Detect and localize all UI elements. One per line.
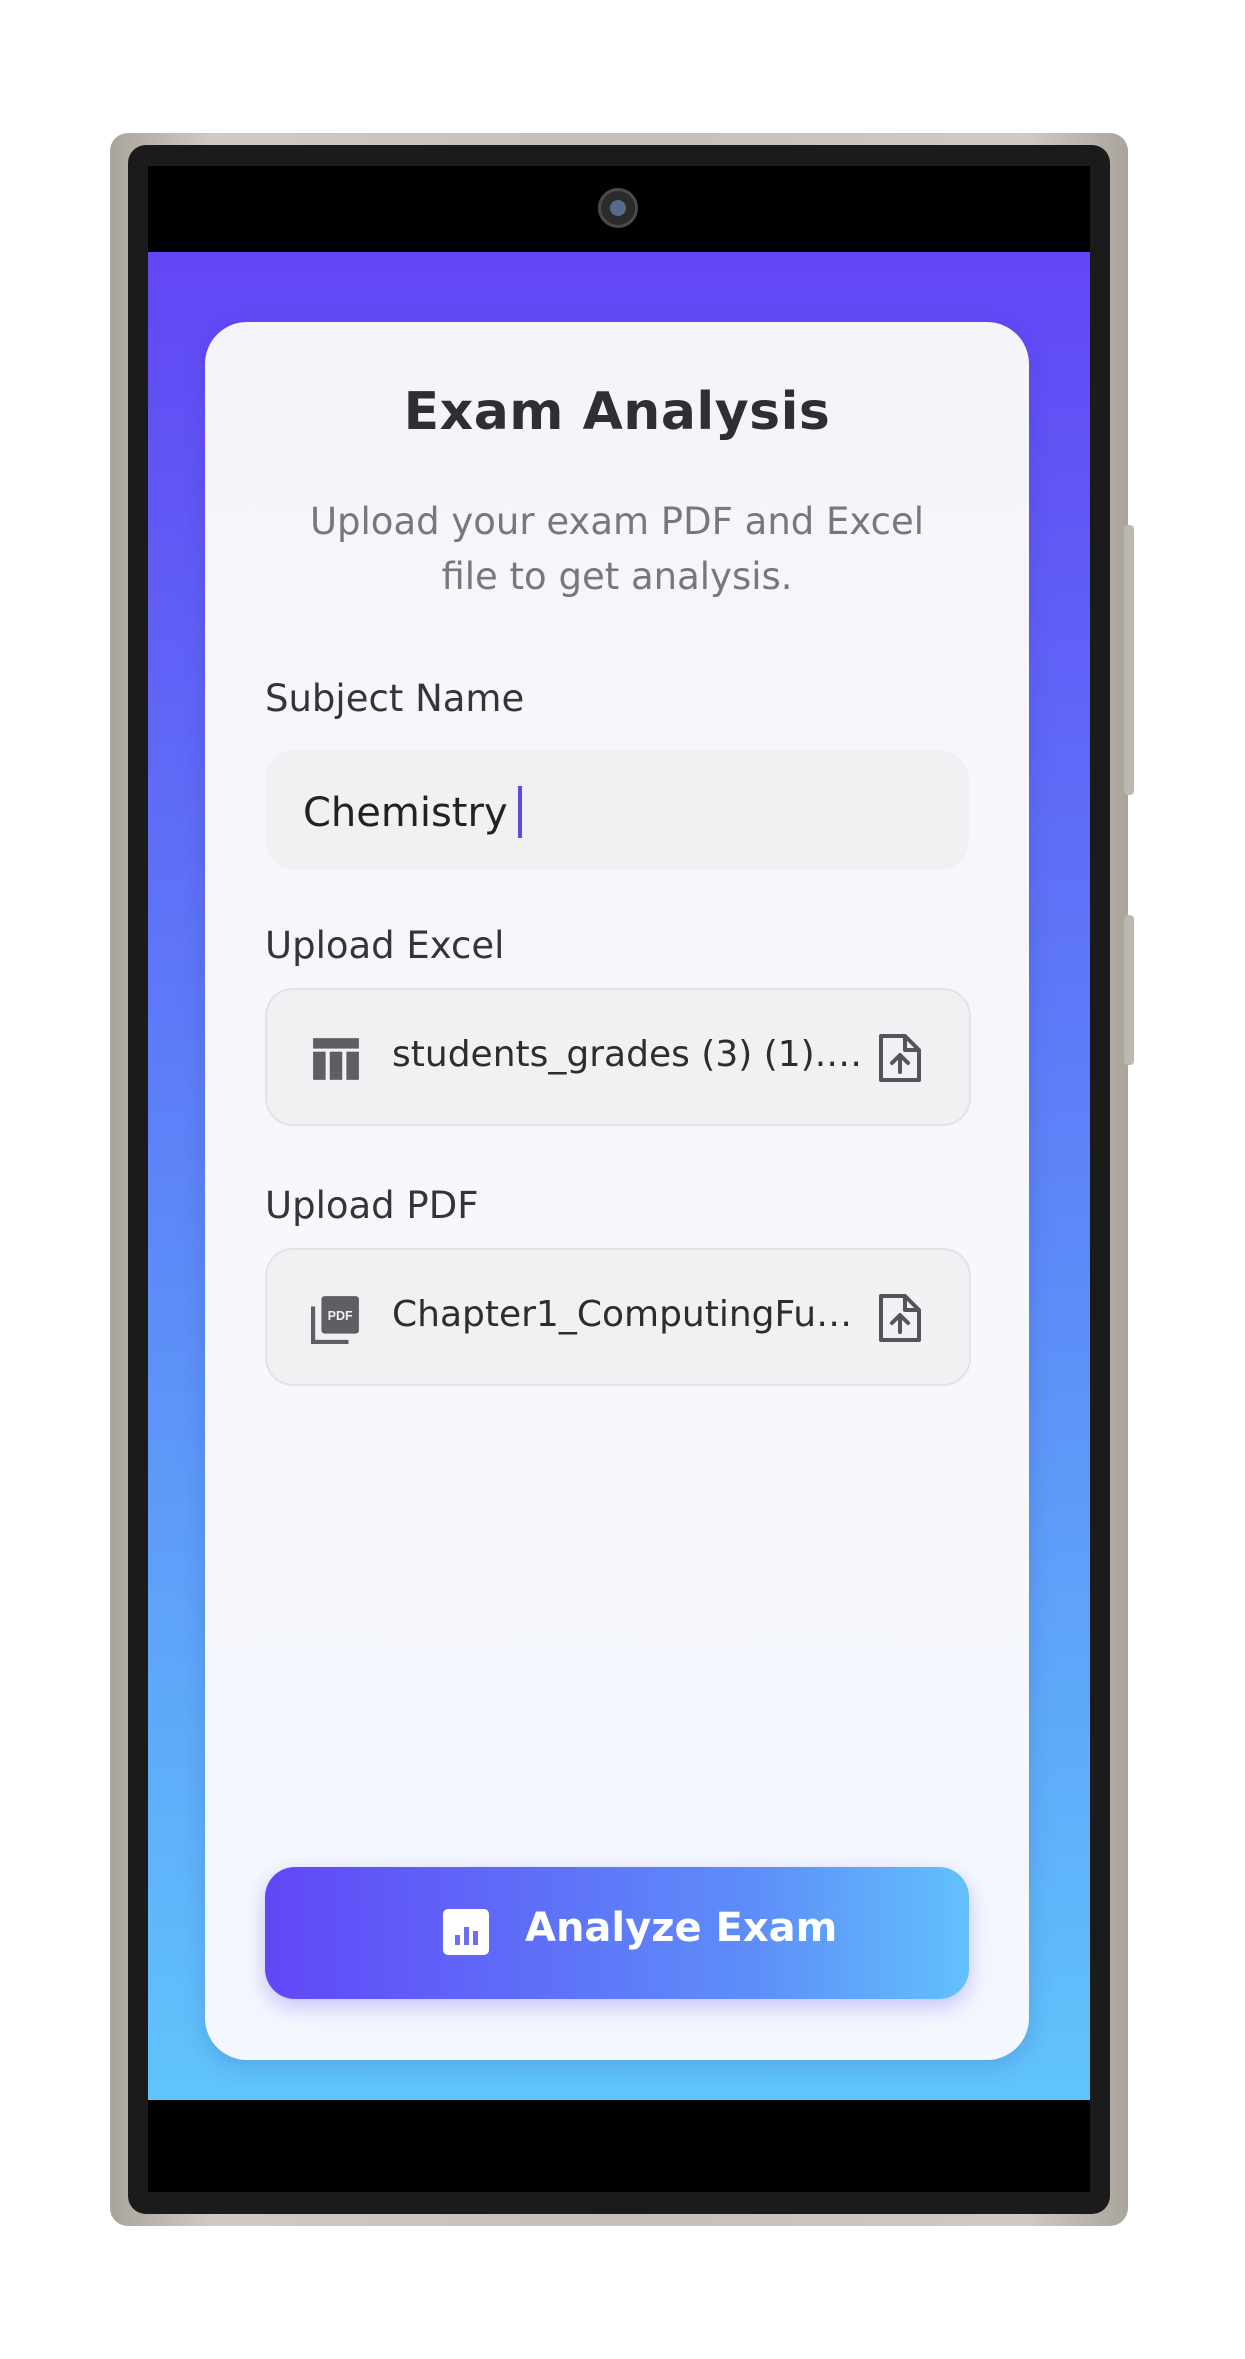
subject-name-input[interactable]: Chemistry bbox=[265, 750, 969, 870]
phone-side-button bbox=[1124, 525, 1134, 795]
navigation-bar bbox=[148, 2100, 1090, 2192]
analyze-exam-button[interactable]: Analyze Exam bbox=[265, 1867, 969, 1999]
page-title: Exam Analysis bbox=[403, 382, 831, 442]
upload-pdf-label: Upload PDF bbox=[265, 1184, 479, 1227]
exam-analysis-card: Exam Analysis Upload your exam PDF and E… bbox=[205, 322, 1029, 2060]
front-camera bbox=[598, 188, 638, 228]
table-icon bbox=[313, 1038, 359, 1080]
file-upload-icon[interactable] bbox=[877, 1292, 923, 1344]
upload-excel-field[interactable]: students_grades (3) (1).xlsx bbox=[265, 988, 971, 1126]
upload-pdf-field[interactable]: PDF Chapter1_ComputingFund... bbox=[265, 1248, 971, 1386]
phone-screen: Exam Analysis Upload your exam PDF and E… bbox=[148, 166, 1090, 2192]
analyze-exam-label: Analyze Exam bbox=[525, 1905, 838, 1951]
phone-side-button bbox=[1124, 915, 1134, 1065]
bar-chart-icon bbox=[443, 1909, 489, 1955]
page-subtitle: Upload your exam PDF and Excel file to g… bbox=[309, 500, 925, 598]
status-bar bbox=[148, 166, 1090, 252]
pdf-icon: PDF bbox=[311, 1296, 359, 1344]
pdf-file-name: Chapter1_ComputingFund... bbox=[392, 1294, 872, 1335]
upload-excel-label: Upload Excel bbox=[265, 924, 505, 967]
app-background: Exam Analysis Upload your exam PDF and E… bbox=[148, 252, 1090, 2100]
text-caret bbox=[517, 786, 522, 838]
subject-name-value: Chemistry bbox=[303, 790, 508, 836]
svg-text:PDF: PDF bbox=[328, 1309, 353, 1323]
file-upload-icon[interactable] bbox=[877, 1032, 923, 1084]
excel-file-name: students_grades (3) (1).xlsx bbox=[392, 1034, 872, 1075]
subject-name-label: Subject Name bbox=[265, 677, 525, 720]
